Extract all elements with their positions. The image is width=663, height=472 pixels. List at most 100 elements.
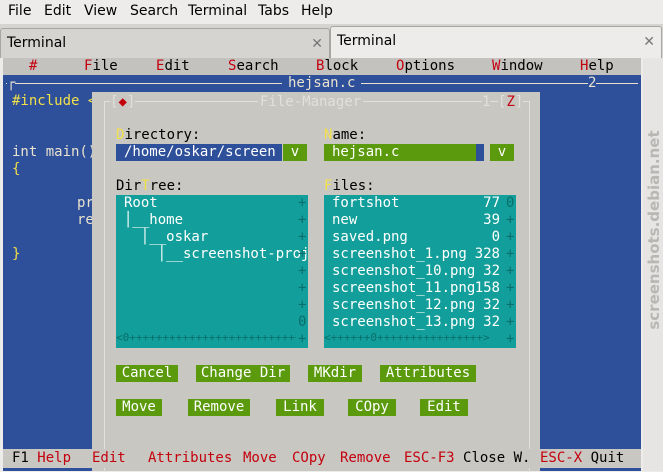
file-row[interactable]: screenshot_13.png 32 xyxy=(332,314,500,331)
dirtree-label: DirTree: xyxy=(116,178,184,194)
file-size: 77 xyxy=(483,195,500,211)
editor-window-number: 2 xyxy=(588,75,597,91)
file-row[interactable]: saved.png 0 xyxy=(332,229,500,246)
code-line: int main() xyxy=(12,144,97,160)
menu-file[interactable]: File xyxy=(8,3,31,19)
menu-search[interactable]: Search xyxy=(130,3,178,19)
close-icon[interactable]: ◆ xyxy=(118,94,126,110)
files-label: Files: xyxy=(324,178,375,194)
key-copy[interactable]: COpy xyxy=(292,450,326,466)
tab-terminal-1[interactable]: Terminal ✕ xyxy=(0,28,330,59)
key-remove[interactable]: Remove xyxy=(340,450,391,466)
dirtree-vscroll[interactable]: + xyxy=(298,297,306,313)
file-name: screenshot_11.png xyxy=(332,280,476,296)
menu-tabs[interactable]: Tabs xyxy=(258,3,289,19)
menu-edit[interactable]: Edit xyxy=(44,3,71,19)
file-name: fortshot xyxy=(332,195,400,211)
link-button[interactable]: Link xyxy=(276,399,324,416)
dirtree-item[interactable]: │__home xyxy=(124,212,183,228)
file-row[interactable]: new 39 xyxy=(332,212,500,229)
files-vscroll[interactable]: + xyxy=(506,246,514,262)
dirtree-vscroll[interactable]: 0 xyxy=(298,314,306,330)
editor-menu-search[interactable]: Search xyxy=(228,58,279,74)
file-name: new xyxy=(332,212,358,228)
attributes-button[interactable]: Attributes xyxy=(380,365,476,382)
file-row[interactable]: screenshot_1.png 328 xyxy=(332,246,500,263)
dirtree-vscroll[interactable]: + xyxy=(298,229,306,245)
editor-menu-edit[interactable]: Edit xyxy=(156,58,190,74)
directory-label: Directory: xyxy=(116,127,201,143)
key-move[interactable]: Move xyxy=(243,450,277,466)
dirtree-hscroll[interactable]: <0+++++++++++++++++++++++++++++++++++> xyxy=(116,331,296,344)
dirtree-vscroll[interactable]: + xyxy=(298,212,306,228)
name-label: Name: xyxy=(324,127,367,143)
file-name: screenshot_10.png xyxy=(332,263,476,279)
code-line: #include < xyxy=(12,93,97,109)
tab-bar: Terminal ✕ Terminal ✕ xyxy=(0,24,663,60)
remove-button[interactable]: Remove xyxy=(188,399,250,416)
dialog-close-bracket: [◆] xyxy=(110,94,136,110)
files-vscroll[interactable]: + xyxy=(506,331,514,347)
move-button[interactable]: Move xyxy=(116,399,162,416)
file-size: 328 xyxy=(474,246,500,262)
dirtree-item[interactable]: │__screenshot-proj xyxy=(124,246,310,262)
zoom-icon[interactable]: Z xyxy=(506,94,514,110)
key-edit[interactable]: Edit xyxy=(92,450,126,466)
file-size: 32 xyxy=(483,263,500,279)
file-name: saved.png xyxy=(332,229,408,245)
dirtree-list[interactable]: Root │__home │__oskar │__screenshot-proj… xyxy=(116,195,310,348)
cancel-button[interactable]: Cancel xyxy=(116,365,178,382)
editor-menu-window[interactable]: Window xyxy=(492,58,543,74)
copy-button[interactable]: COpy xyxy=(348,399,396,416)
change-dir-button[interactable]: Change Dir xyxy=(196,365,290,382)
editor-menu-help[interactable]: Help xyxy=(580,58,614,74)
file-row[interactable]: screenshot_11.png 158 xyxy=(332,280,500,297)
key-quit[interactable]: ESC-X Quit xyxy=(540,450,624,466)
key-attributes[interactable]: Attributes xyxy=(148,450,232,466)
menu-help[interactable]: Help xyxy=(301,3,333,19)
key-close-window[interactable]: ESC-F3 Close W. xyxy=(404,450,530,466)
editor-frame-corner: ┌ xyxy=(7,75,16,91)
dirtree-item[interactable]: │__oskar xyxy=(124,229,208,245)
close-icon[interactable]: ✕ xyxy=(311,36,323,52)
editor-menu-options[interactable]: Options xyxy=(396,58,455,74)
directory-input[interactable]: /home/oskar/screen xyxy=(116,144,282,161)
dirtree-vscroll[interactable]: + xyxy=(298,263,306,279)
tab-terminal-2[interactable]: Terminal ✕ xyxy=(330,26,662,60)
file-row[interactable]: screenshot_10.png 32 xyxy=(332,263,500,280)
close-icon[interactable]: ✕ xyxy=(643,34,655,50)
file-row[interactable]: fortshot 77 xyxy=(332,195,500,212)
editor-menu-system[interactable]: # xyxy=(29,58,37,74)
editor-menu-file[interactable]: File xyxy=(84,58,118,74)
key-help[interactable]: F1 Help xyxy=(12,450,71,466)
dirtree-vscroll[interactable]: + xyxy=(298,246,306,262)
editor-title: hejsan.c xyxy=(282,75,362,91)
mkdir-button[interactable]: MKdir xyxy=(308,365,362,382)
zoom-bracket: [Z] xyxy=(498,94,524,110)
dirtree-vscroll[interactable]: + xyxy=(298,195,306,211)
dirtree-vscroll[interactable]: + xyxy=(298,280,306,296)
file-row[interactable]: screenshot_12.png 32 xyxy=(332,297,500,314)
files-vscroll[interactable]: 0 xyxy=(506,195,514,211)
menu-view[interactable]: View xyxy=(84,3,117,19)
files-vscroll[interactable]: + xyxy=(506,297,514,313)
dirtree-item[interactable]: Root xyxy=(124,195,158,211)
directory-history-button[interactable]: v xyxy=(283,144,307,161)
dirtree-vscroll[interactable]: + xyxy=(298,331,306,347)
files-vscroll[interactable]: + xyxy=(506,280,514,296)
files-vscroll[interactable]: + xyxy=(506,212,514,228)
files-vscroll[interactable]: + xyxy=(506,314,514,330)
edit-button[interactable]: Edit xyxy=(420,399,468,416)
name-history-button[interactable]: v xyxy=(490,144,514,161)
file-size: 32 xyxy=(483,314,500,330)
files-vscroll[interactable]: + xyxy=(506,263,514,279)
file-name: screenshot_1.png xyxy=(332,246,467,262)
file-manager-dialog: [◆] File-Manager 1 [Z] Directory: /home/… xyxy=(92,92,540,472)
files-list[interactable]: fortshot 77 new 39 saved.png 0 screenshot_1.pn… xyxy=(324,195,516,348)
file-size: 0 xyxy=(491,229,500,245)
menu-terminal[interactable]: Terminal xyxy=(188,3,247,19)
files-vscroll[interactable]: + xyxy=(506,229,514,245)
files-hscroll[interactable]: <++++++0++++++++++++++++> xyxy=(324,331,504,344)
name-input[interactable]: hejsan.c xyxy=(324,144,484,161)
editor-menu-block[interactable]: Block xyxy=(316,58,358,74)
